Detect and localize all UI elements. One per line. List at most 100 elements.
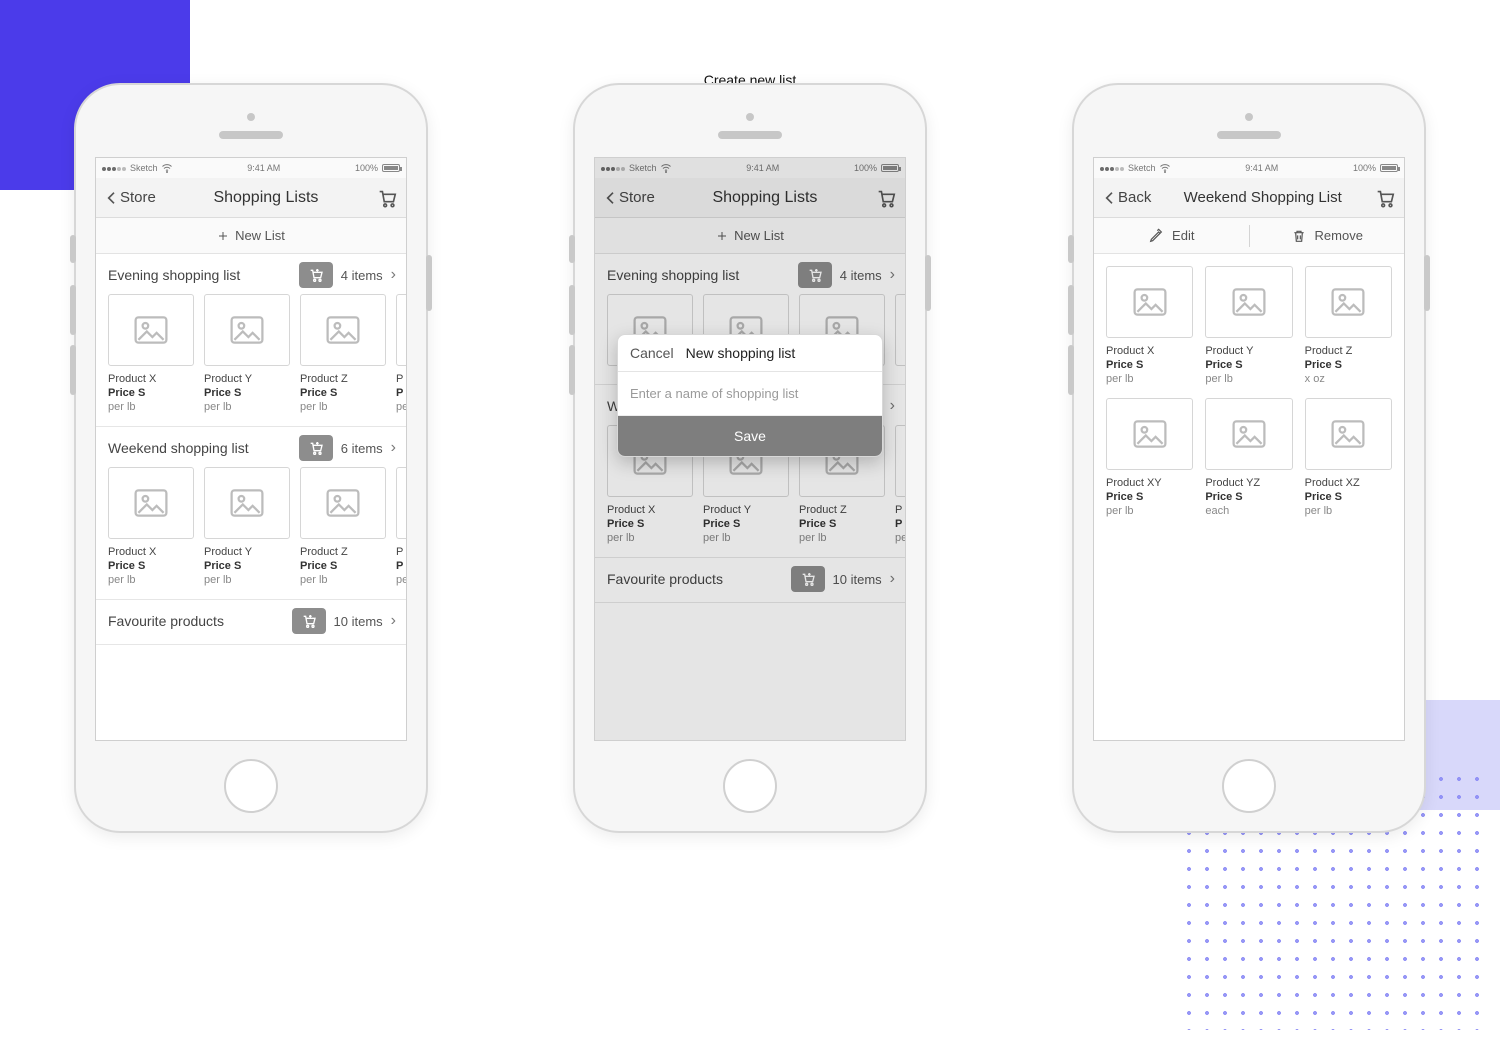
chevron-right-icon: › [391,439,396,457]
product-card[interactable]: Product YPrice Sper lb [204,467,290,587]
battery-icon [1380,164,1398,172]
product-price: Price S [300,559,386,573]
product-price: Price S [1205,490,1292,504]
battery-icon [382,164,400,172]
status-bar: Sketch 9:41 AM 100% [96,158,406,178]
product-thumb [1305,398,1392,470]
product-price: Price S [1106,490,1193,504]
phone-mute-switch [569,235,575,263]
product-meta: Product XYPrice Sper lb [1106,476,1193,518]
product-card[interactable]: Product ZPrice Sx oz [1305,266,1392,386]
product-meta: Product XPrice Sper lb [108,372,194,414]
product-unit: per lb [1205,372,1292,386]
home-button[interactable] [723,759,777,813]
back-button[interactable]: Back [1102,189,1151,206]
product-card[interactable]: Product XZPrice Sper lb [1305,398,1392,518]
product-card[interactable]: Product XPrice Sper lb [108,294,194,414]
product-thumb [300,294,386,366]
product-card[interactable]: PPpe [396,467,406,587]
section-header[interactable]: Favourite products10 items› [96,600,406,640]
product-unit: per lb [204,573,290,587]
add-all-to-cart-button[interactable] [299,435,333,461]
phone-camera-dot [746,113,754,121]
image-placeholder-icon [1133,420,1167,448]
product-name: Product Z [1305,344,1392,358]
add-all-to-cart-button[interactable] [292,608,326,634]
phone-speaker [718,131,782,139]
plus-icon [217,230,229,242]
product-price: Price S [108,559,194,573]
product-card[interactable]: Product XYPrice Sper lb [1106,398,1193,518]
product-price: Price S [1106,358,1193,372]
product-price: P [396,559,406,573]
phone-list-detail: Sketch 9:41 AM 100% Back Weekend Shoppin… [1072,83,1426,833]
product-unit: per lb [108,573,194,587]
product-card[interactable]: Product YPrice Sper lb [1205,266,1292,386]
signal-dots-icon [102,163,127,173]
product-price: P [396,386,406,400]
add-to-cart-icon [300,613,318,629]
product-thumb [1106,398,1193,470]
dialog-cancel-button[interactable]: Cancel [630,345,674,361]
image-placeholder-icon [230,316,264,344]
product-meta: Product XZPrice Sper lb [1305,476,1392,518]
product-card[interactable]: Product XPrice Sper lb [1106,266,1193,386]
add-to-cart-icon [307,440,325,456]
product-thumb [1205,266,1292,338]
product-thumb [1106,266,1193,338]
product-card[interactable]: Product ZPrice Sper lb [300,467,386,587]
home-button[interactable] [224,759,278,813]
product-unit: each [1205,504,1292,518]
dialog-save-button[interactable]: Save [618,416,882,456]
product-card[interactable]: Product YPrice Sper lb [204,294,290,414]
section-title: Favourite products [108,613,224,629]
phone-power-button [925,255,931,311]
screen: Sketch 9:41 AM 100% Store Shopping Lists [95,157,407,741]
carrier-label: Sketch [1128,163,1156,173]
section-header[interactable]: Evening shopping list4 items› [96,254,406,294]
image-placeholder-icon [1133,288,1167,316]
carrier-label: Sketch [130,163,158,173]
new-list-label: New List [235,228,285,243]
product-thumb [396,294,406,366]
pencil-icon [1148,228,1164,244]
phone-camera-dot [247,113,255,121]
list-name-input[interactable]: Enter a name of shopping list [618,372,882,416]
list-section: Weekend shopping list6 items›Product XPr… [96,427,406,600]
phone-speaker [1217,131,1281,139]
product-unit: pe [396,573,406,587]
image-placeholder-icon [134,489,168,517]
product-row[interactable]: Product XPrice Sper lbProduct YPrice Spe… [96,294,406,422]
home-button[interactable] [1222,759,1276,813]
item-count-label: 4 items [341,268,383,283]
trash-icon [1291,228,1307,244]
product-card[interactable]: Product YZPrice Seach [1205,398,1292,518]
product-card[interactable]: Product XPrice Sper lb [108,467,194,587]
edit-button[interactable]: Edit [1094,228,1249,244]
detail-tools-bar: Edit Remove [1094,218,1404,254]
product-price: Price S [1305,358,1392,372]
product-thumb [108,467,194,539]
status-bar: Sketch 9:41 AM 100% [1094,158,1404,178]
product-unit: per lb [300,400,386,414]
cart-button[interactable] [1374,187,1396,209]
chevron-right-icon: › [391,612,396,630]
product-row[interactable]: Product XPrice Sper lbProduct YPrice Spe… [96,467,406,595]
product-meta: Product YPrice Sper lb [204,372,290,414]
product-card[interactable]: PPpe [396,294,406,414]
back-button[interactable]: Store [104,189,156,206]
product-meta: Product YPrice Sper lb [1205,344,1292,386]
chevron-left-icon [1102,190,1118,206]
product-name: Product Y [204,545,290,559]
phone-lists-index: Sketch 9:41 AM 100% Store Shopping Lists [74,83,428,833]
cart-button[interactable] [376,187,398,209]
product-card[interactable]: Product ZPrice Sper lb [300,294,386,414]
product-unit: per lb [108,400,194,414]
add-all-to-cart-button[interactable] [299,262,333,288]
image-placeholder-icon [1232,288,1266,316]
product-thumb [108,294,194,366]
remove-button[interactable]: Remove [1250,228,1405,244]
section-header[interactable]: Weekend shopping list6 items› [96,427,406,467]
image-placeholder-icon [1331,288,1365,316]
new-list-button[interactable]: New List [96,218,406,254]
